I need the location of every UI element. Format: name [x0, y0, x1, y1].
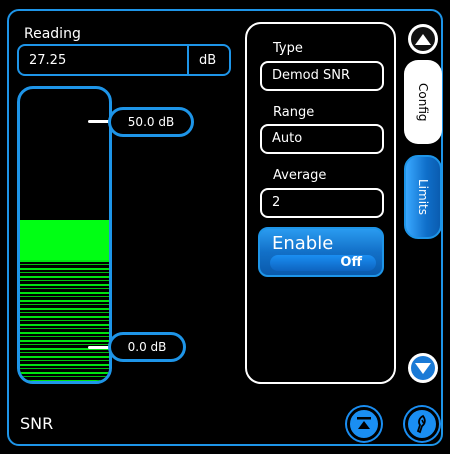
- collapse-button[interactable]: [347, 407, 381, 441]
- range-select[interactable]: Auto: [260, 124, 384, 154]
- enable-toggle[interactable]: Enable Off: [258, 227, 384, 277]
- probe-icon: [416, 414, 426, 434]
- eject-icon: [357, 417, 371, 429]
- reading-display: 27.25 dB: [17, 44, 231, 76]
- reading-label: Reading: [24, 26, 81, 42]
- tab-config-label: Config: [416, 82, 430, 122]
- enable-label: Enable: [272, 233, 334, 254]
- type-select[interactable]: Demod SNR: [260, 61, 384, 91]
- triangle-down-icon: [411, 356, 435, 380]
- reading-value: 27.25: [29, 53, 67, 68]
- average-label: Average: [273, 168, 327, 183]
- probe-button[interactable]: [405, 407, 439, 441]
- upper-limit-button[interactable]: 50.0 dB: [108, 107, 194, 137]
- type-label: Type: [273, 41, 303, 56]
- reading-divider: [187, 46, 189, 74]
- range-label: Range: [273, 105, 315, 120]
- tab-limits-label: Limits: [416, 179, 430, 215]
- tab-limits[interactable]: Limits: [404, 155, 442, 239]
- meter-fill: [20, 220, 109, 381]
- scroll-up-button[interactable]: [408, 24, 438, 54]
- bar-meter: [17, 86, 112, 384]
- scroll-down-button[interactable]: [408, 353, 438, 383]
- enable-state: Off: [270, 255, 376, 271]
- tab-config[interactable]: Config: [404, 60, 442, 144]
- page-title: SNR: [20, 414, 54, 433]
- meter-fill-solid: [20, 220, 109, 261]
- lower-limit-button[interactable]: 0.0 dB: [108, 332, 186, 362]
- reading-unit: dB: [199, 53, 217, 68]
- average-input[interactable]: 2: [260, 188, 384, 218]
- triangle-up-icon: [411, 27, 435, 51]
- meter-fill-lines: [20, 260, 109, 381]
